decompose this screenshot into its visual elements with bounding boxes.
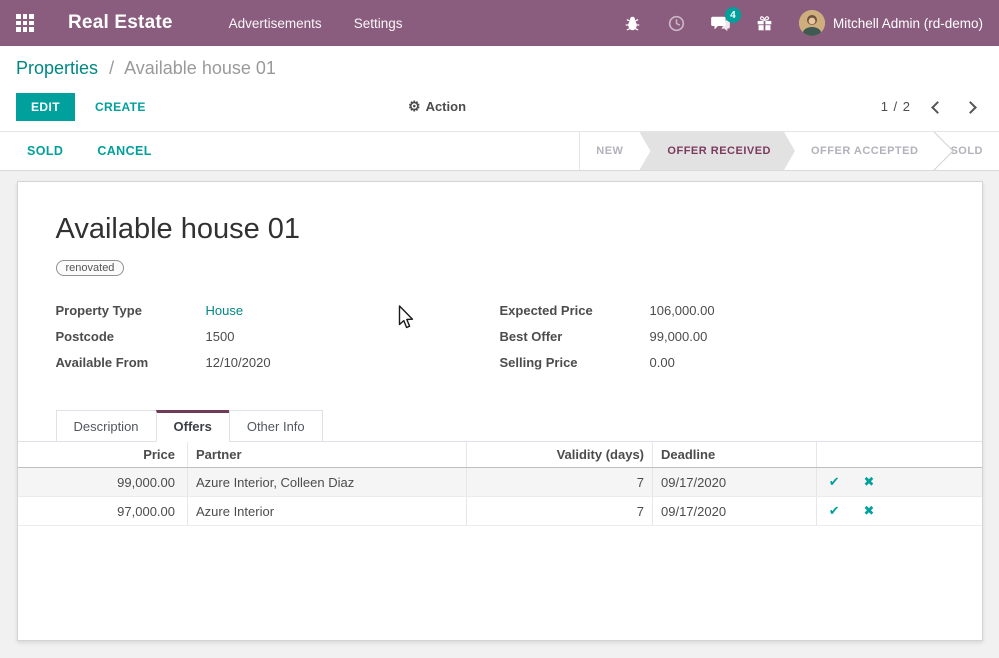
field-label-postcode: Postcode [56,329,206,344]
create-button[interactable]: CREATE [81,93,160,121]
tab-other-info[interactable]: Other Info [229,410,323,442]
menu-advertisements[interactable]: Advertisements [229,16,322,31]
field-label-property-type: Property Type [56,303,206,318]
column-header-price[interactable]: Price [18,442,188,468]
field-label-expected-price: Expected Price [500,303,650,318]
tag-renovated[interactable]: renovated [56,260,125,276]
field-value-postcode: 1500 [206,329,235,344]
offer-deadline: 09/17/2020 [653,497,817,526]
user-name: Mitchell Admin (rd-demo) [833,16,983,31]
field-group: Property Type House Postcode 1500 Availa… [56,303,944,381]
user-menu[interactable]: Mitchell Admin (rd-demo) [799,10,983,36]
debug-bug-icon[interactable] [623,13,643,33]
column-header-filler [887,442,982,468]
status-step-offer-received[interactable]: OFFER RECEIVED [639,132,795,170]
field-value-selling-price: 0.00 [650,355,675,370]
field-value-best-offer: 99,000.00 [650,329,708,344]
status-step-new[interactable]: NEW [580,132,639,170]
field-value-property-type[interactable]: House [206,303,244,318]
field-label-selling-price: Selling Price [500,355,650,370]
offer-price: 99,000.00 [18,468,188,497]
action-menu-button[interactable]: ⚙ Action [408,98,466,115]
offer-validity: 7 [467,497,653,526]
breadcrumb-parent[interactable]: Properties [16,58,98,78]
field-label-available-from: Available From [56,355,206,370]
offer-deadline: 09/17/2020 [653,468,817,497]
pager-previous-button[interactable] [925,96,947,118]
column-header-partner[interactable]: Partner [188,442,467,468]
tab-offers[interactable]: Offers [156,410,230,442]
breadcrumb-current: Available house 01 [124,58,276,78]
accept-offer-icon[interactable]: ✔ [817,468,852,497]
statusbar: SOLD CANCEL NEW OFFER RECEIVED OFFER ACC… [0,131,999,171]
tab-description[interactable]: Description [56,410,157,442]
offers-header-row: Price Partner Validity (days) Deadline [18,442,982,468]
offer-row-1[interactable]: 99,000.00 Azure Interior, Colleen Diaz 7… [18,468,982,497]
action-menu-label: Action [426,99,466,114]
field-value-expected-price: 106,000.00 [650,303,715,318]
breadcrumb: Properties / Available house 01 [16,58,983,79]
top-navbar: Real Estate Advertisements Settings 4 Mi… [0,0,999,46]
offer-row-2[interactable]: 97,000.00 Azure Interior 7 09/17/2020 ✔ … [18,497,982,526]
user-avatar [799,10,825,36]
field-label-best-offer: Best Offer [500,329,650,344]
messages-count-badge: 4 [725,7,741,23]
pager-next-button[interactable] [961,96,983,118]
cancel-button[interactable]: CANCEL [97,144,151,158]
offer-price: 97,000.00 [18,497,188,526]
app-title[interactable]: Real Estate [68,12,173,34]
column-header-refuse [852,442,887,468]
menu-settings[interactable]: Settings [354,16,403,31]
record-title: Available house 01 [56,213,944,246]
accept-offer-icon[interactable]: ✔ [817,497,852,526]
status-pipeline: NEW OFFER RECEIVED OFFER ACCEPTED SOLD [579,132,999,170]
messages-chat-icon[interactable]: 4 [711,13,731,33]
gear-icon: ⚙ [408,98,421,115]
column-header-deadline[interactable]: Deadline [653,442,817,468]
form-content-area: Available house 01 renovated Property Ty… [0,171,999,658]
offer-partner: Azure Interior, Colleen Diaz [188,468,467,497]
offer-partner: Azure Interior [188,497,467,526]
refuse-offer-icon[interactable]: ✖ [852,468,887,497]
apps-menu-icon[interactable] [16,14,34,32]
pager-count: 1 / 2 [881,99,911,114]
sold-button[interactable]: SOLD [27,144,63,158]
activities-clock-icon[interactable] [667,13,687,33]
form-sheet: Available house 01 renovated Property Ty… [17,181,983,641]
gift-icon[interactable] [755,13,775,33]
refuse-offer-icon[interactable]: ✖ [852,497,887,526]
column-header-accept [817,442,852,468]
edit-button[interactable]: EDIT [16,93,75,121]
notebook-tabs: Description Offers Other Info [18,410,982,442]
breadcrumb-separator: / [109,58,114,78]
column-header-validity[interactable]: Validity (days) [467,442,653,468]
offers-table: Price Partner Validity (days) Deadline 9… [18,442,982,526]
offer-validity: 7 [467,468,653,497]
field-value-available-from: 12/10/2020 [206,355,271,370]
control-panel: Properties / Available house 01 EDIT CRE… [0,46,999,131]
